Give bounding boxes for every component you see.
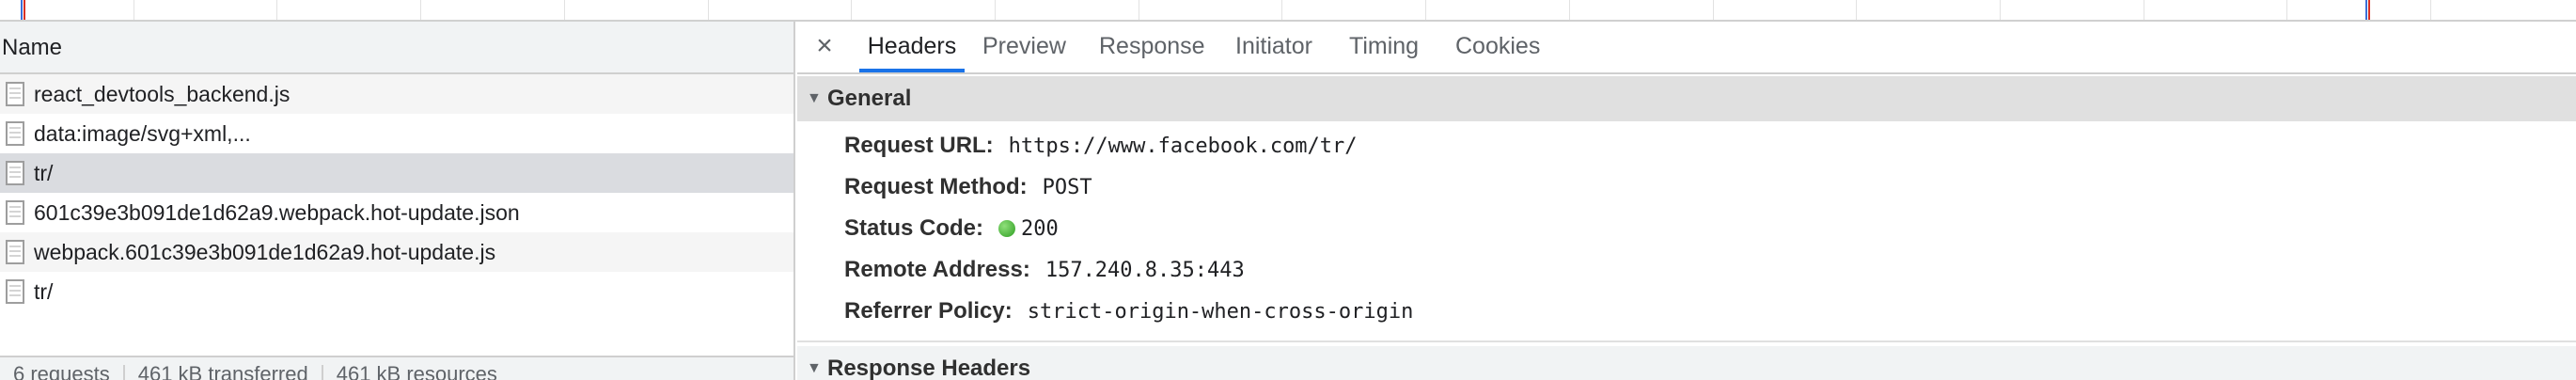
timeline-gridline [1569, 0, 1570, 20]
network-summary-bar: 6 requests 461 kB transferred 461 kB resou… [0, 356, 793, 380]
status-code-row: Status Code: 200 [844, 210, 1059, 247]
request-name: 601c39e3b091de1d62a9.webpack.hot-update.… [34, 200, 520, 225]
load-marker [24, 0, 25, 20]
request-name: webpack.601c39e3b091de1d62a9.hot-update.… [34, 240, 496, 264]
request-row[interactable]: tr/ [0, 272, 793, 311]
timeline-gridline [708, 0, 709, 20]
request-name: react_devtools_backend.js [34, 82, 291, 106]
request-name: tr/ [34, 161, 54, 185]
file-icon [6, 121, 24, 146]
remote-address-label: Remote Address: [844, 257, 1030, 282]
expanded-triangle-icon: ▼ [807, 360, 822, 376]
file-icon [6, 82, 24, 106]
request-row[interactable]: data:image/svg+xml,... [0, 114, 793, 153]
request-list-panel: Name react_devtools_backend.js data:imag… [0, 22, 795, 380]
load-marker [2368, 0, 2370, 20]
tab-timing[interactable]: Timing [1349, 22, 1419, 72]
expanded-triangle-icon: ▼ [807, 90, 822, 106]
tab-initiator[interactable]: Initiator [1235, 22, 1312, 72]
timeline-gridline [851, 0, 852, 20]
timeline-gridline [1856, 0, 1857, 20]
file-icon [6, 161, 24, 185]
request-url-value[interactable]: https://www.facebook.com/tr/ [1009, 135, 1358, 158]
timeline-gridline [2000, 0, 2001, 20]
details-tab-bar: × Headers Preview Response Initiator Tim… [797, 22, 2576, 74]
file-icon [6, 279, 24, 304]
timeline-gridline [1281, 0, 1282, 20]
status-code-value: 200 [1021, 217, 1059, 241]
timeline-gridline [2430, 0, 2431, 20]
divider [797, 340, 2576, 342]
request-name: tr/ [34, 279, 54, 304]
request-list: react_devtools_backend.js data:image/svg… [0, 74, 793, 311]
remote-address-value: 157.240.8.35:443 [1045, 259, 1245, 282]
tab-preview[interactable]: Preview [982, 22, 1066, 72]
request-row-selected[interactable]: tr/ [0, 153, 793, 193]
request-url-row: Request URL: https://www.facebook.com/tr/ [844, 127, 1358, 165]
request-url-label: Request URL: [844, 133, 994, 158]
status-code-label: Status Code: [844, 215, 984, 241]
timeline-gridline [564, 0, 565, 20]
status-ok-dot-icon [998, 220, 1016, 237]
request-method-value: POST [1042, 176, 1092, 199]
request-row[interactable]: 601c39e3b091de1d62a9.webpack.hot-update.… [0, 193, 793, 232]
timeline-overview[interactable] [0, 0, 2576, 22]
timeline-gridline [995, 0, 996, 20]
timeline-gridline [420, 0, 421, 20]
referrer-policy-row: Referrer Policy: strict-origin-when-cross… [844, 293, 1413, 330]
close-icon[interactable]: × [810, 32, 839, 61]
timeline-gridline [276, 0, 277, 20]
file-icon [6, 200, 24, 225]
request-name: data:image/svg+xml,... [34, 121, 251, 146]
file-icon [6, 240, 24, 264]
resources-size: 461 kB resources [336, 362, 497, 380]
request-count: 6 requests [13, 362, 110, 380]
transferred-size: 461 kB transferred [137, 362, 308, 380]
response-headers-section-header[interactable]: ▼ Response Headers [797, 346, 2576, 380]
timeline-gridline [1425, 0, 1426, 20]
request-details-panel: × Headers Preview Response Initiator Tim… [797, 22, 2576, 380]
general-section-title: General [827, 86, 912, 111]
response-headers-section-title: Response Headers [827, 356, 1031, 380]
request-method-label: Request Method: [844, 174, 1028, 199]
request-row[interactable]: react_devtools_backend.js [0, 74, 793, 114]
timeline-gridline [1713, 0, 1714, 20]
general-section-header[interactable]: ▼ General [797, 76, 2576, 121]
remote-address-row: Remote Address: 157.240.8.35:443 [844, 251, 1245, 289]
dom-content-loaded-marker [2365, 0, 2367, 20]
tab-response[interactable]: Response [1099, 22, 1205, 72]
request-row[interactable]: webpack.601c39e3b091de1d62a9.hot-update.… [0, 232, 793, 272]
timeline-gridline [2286, 0, 2287, 20]
dom-content-loaded-marker [21, 0, 23, 20]
referrer-policy-label: Referrer Policy: [844, 298, 1013, 324]
tab-cookies[interactable]: Cookies [1455, 22, 1540, 72]
request-method-row: Request Method: POST [844, 168, 1092, 206]
tab-headers[interactable]: Headers [859, 22, 965, 72]
referrer-policy-value: strict-origin-when-cross-origin [1027, 300, 1414, 324]
name-column-header[interactable]: Name [0, 22, 793, 74]
